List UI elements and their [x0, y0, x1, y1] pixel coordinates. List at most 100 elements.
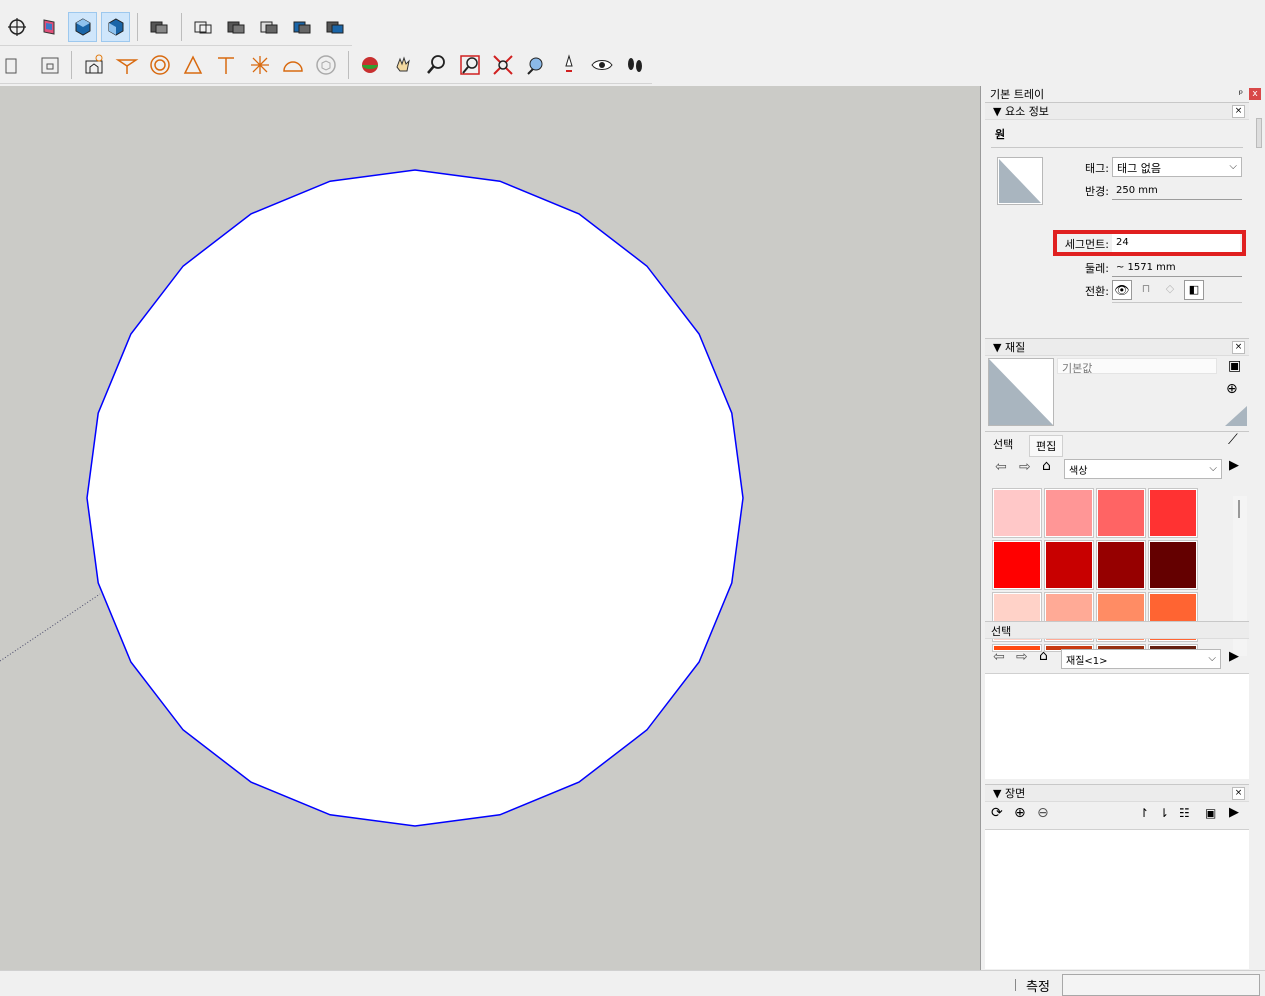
- drape-icon[interactable]: [146, 50, 175, 80]
- tag-dropdown[interactable]: 태그 없음 ⌵: [1112, 157, 1242, 177]
- entity-info-panel: 원 태그: 태그 없음 ⌵ 반경: 250 mm 24 세그먼트: 둘레: ~ …: [985, 118, 1262, 316]
- wireframe-style-icon[interactable]: [189, 12, 218, 42]
- solid-icon[interactable]: [311, 50, 340, 80]
- shadow-icon[interactable]: ◇: [1160, 280, 1180, 300]
- tab-select[interactable]: 선택: [987, 434, 1019, 454]
- pin-icon[interactable]: ᵖ: [1239, 89, 1243, 100]
- view-options-icon[interactable]: ☷: [1179, 806, 1190, 820]
- receive-shadow-icon[interactable]: ◧: [1184, 280, 1204, 300]
- home-icon[interactable]: ⌂: [1039, 648, 1048, 664]
- library-value: 색상: [1069, 466, 1088, 477]
- details-arrow-icon[interactable]: ▶: [1229, 458, 1239, 473]
- dome-icon[interactable]: [278, 50, 307, 80]
- forward-arrow-icon[interactable]: ⇨: [1019, 459, 1031, 475]
- scenes-header[interactable]: ▼ 장면 ×: [985, 784, 1249, 802]
- close-panel-icon[interactable]: ×: [1232, 786, 1245, 800]
- scroll-thumb[interactable]: [1238, 500, 1240, 518]
- color-swatch[interactable]: [1044, 540, 1094, 590]
- iso-view-button[interactable]: [35, 12, 64, 42]
- display-secondary-icon[interactable]: ▣: [1228, 358, 1241, 374]
- model-materials-value: 재질<1>: [1066, 656, 1108, 667]
- tag-value: 태그 없음: [1117, 162, 1161, 175]
- back-arrow-icon[interactable]: ⇦: [995, 459, 1007, 475]
- material-name-field[interactable]: 기본값: [1057, 358, 1217, 375]
- divider: [991, 147, 1243, 148]
- previous-view-icon[interactable]: [521, 50, 550, 80]
- toggles-label: 전환:: [1085, 285, 1109, 298]
- tray-title: 기본 트레이: [990, 88, 1045, 101]
- visible-eye-icon[interactable]: 👁: [1112, 280, 1132, 300]
- details-arrow-icon[interactable]: ▶: [1229, 805, 1239, 820]
- look-around-eye-icon[interactable]: [588, 50, 617, 80]
- color-swatch[interactable]: [1148, 488, 1198, 538]
- tools-toolbar: [0, 46, 652, 84]
- color-swatch[interactable]: [1148, 540, 1198, 590]
- color-swatch[interactable]: [992, 488, 1042, 538]
- field-underline: [1112, 199, 1242, 200]
- material-preview: [988, 358, 1054, 426]
- pan-hand-icon[interactable]: [389, 50, 418, 80]
- color-swatch[interactable]: [1096, 488, 1146, 538]
- toolbar-separator: [137, 12, 138, 41]
- add-detail-icon[interactable]: [245, 50, 274, 80]
- library-dropdown[interactable]: 색상 ⌵: [1064, 459, 1222, 479]
- home-icon[interactable]: ⌂: [1042, 458, 1051, 474]
- material-select-panel: 선택 ⇦ ⇨ ⌂ 재질<1> ⌵ ▶: [985, 621, 1249, 781]
- tab-edit[interactable]: 편집: [1029, 435, 1064, 457]
- shaded-style-icon[interactable]: [255, 12, 284, 42]
- add-scene-icon[interactable]: ⊕: [1014, 805, 1026, 821]
- lock-icon[interactable]: [35, 50, 64, 80]
- refresh-icon[interactable]: ⟳: [991, 805, 1003, 821]
- remove-scene-icon[interactable]: ⊖: [1037, 805, 1049, 821]
- entity-info-header[interactable]: ▼ 요소 정보 ×: [985, 102, 1249, 120]
- scrollbar-thumb[interactable]: [1256, 118, 1262, 148]
- walk-footprints-icon[interactable]: [621, 50, 650, 80]
- zoom-icon[interactable]: [422, 50, 451, 80]
- default-tray: 기본 트레이 ᵖ x ▼ 요소 정보 × 원 태그: 태그 없음 ⌵ 반경: 2…: [985, 86, 1265, 970]
- details-arrow-icon[interactable]: ▶: [1229, 649, 1239, 664]
- shaded-textures-style-icon[interactable]: [288, 12, 317, 42]
- zoom-window-icon[interactable]: [455, 50, 484, 80]
- top-view-button[interactable]: [68, 11, 97, 42]
- monochrome-style-icon[interactable]: [321, 12, 350, 42]
- drawing-viewport[interactable]: [0, 86, 981, 970]
- measurements-label: 측정: [1026, 980, 1050, 995]
- scenes-list[interactable]: [985, 829, 1249, 969]
- zoom-extents-icon[interactable]: [488, 50, 517, 80]
- group-icon[interactable]: [2, 50, 31, 80]
- close-panel-icon[interactable]: ×: [1232, 104, 1245, 118]
- orbit-axes-icon[interactable]: [2, 12, 31, 42]
- model-materials-dropdown[interactable]: 재질<1> ⌵: [1061, 649, 1221, 669]
- tray-close-icon[interactable]: x: [1249, 88, 1261, 100]
- axis-guide-line: [0, 593, 101, 662]
- unlock-icon[interactable]: ⊓: [1136, 280, 1156, 300]
- circle-entity: [86, 169, 744, 827]
- close-panel-icon[interactable]: ×: [1232, 340, 1245, 354]
- move-down-icon[interactable]: ⇂: [1159, 806, 1169, 820]
- sandbox-house-icon[interactable]: [79, 50, 108, 80]
- position-camera-icon[interactable]: [554, 50, 583, 80]
- color-swatch[interactable]: [1044, 488, 1094, 538]
- measurements-box[interactable]: [1062, 974, 1260, 996]
- show-details-icon[interactable]: ▣: [1205, 806, 1216, 820]
- color-swatch[interactable]: [1096, 540, 1146, 590]
- default-material-icon[interactable]: [1225, 406, 1247, 426]
- chevron-down-icon: ⌵: [1209, 463, 1217, 474]
- color-swatch[interactable]: [992, 540, 1042, 590]
- flip-edge-icon[interactable]: [212, 50, 241, 80]
- eyedropper-icon[interactable]: ⟋: [1228, 432, 1238, 448]
- orbit-icon[interactable]: [356, 50, 385, 80]
- back-arrow-icon[interactable]: ⇦: [993, 649, 1005, 665]
- create-material-icon[interactable]: ⊕: [1226, 381, 1238, 397]
- radius-field[interactable]: 250 mm: [1116, 185, 1158, 196]
- forward-arrow-icon[interactable]: ⇨: [1016, 649, 1028, 665]
- segments-label: 세그먼트:: [1064, 238, 1109, 251]
- materials-header[interactable]: ▼ 재질 ×: [985, 338, 1249, 356]
- front-view-button[interactable]: [101, 11, 130, 42]
- stamp-icon[interactable]: [112, 50, 141, 80]
- smoove-icon[interactable]: [179, 50, 208, 80]
- xray-icon[interactable]: [145, 12, 174, 42]
- model-materials-list[interactable]: [985, 673, 1249, 779]
- hidden-line-style-icon[interactable]: [222, 12, 251, 42]
- move-up-icon[interactable]: ↾: [1139, 806, 1149, 820]
